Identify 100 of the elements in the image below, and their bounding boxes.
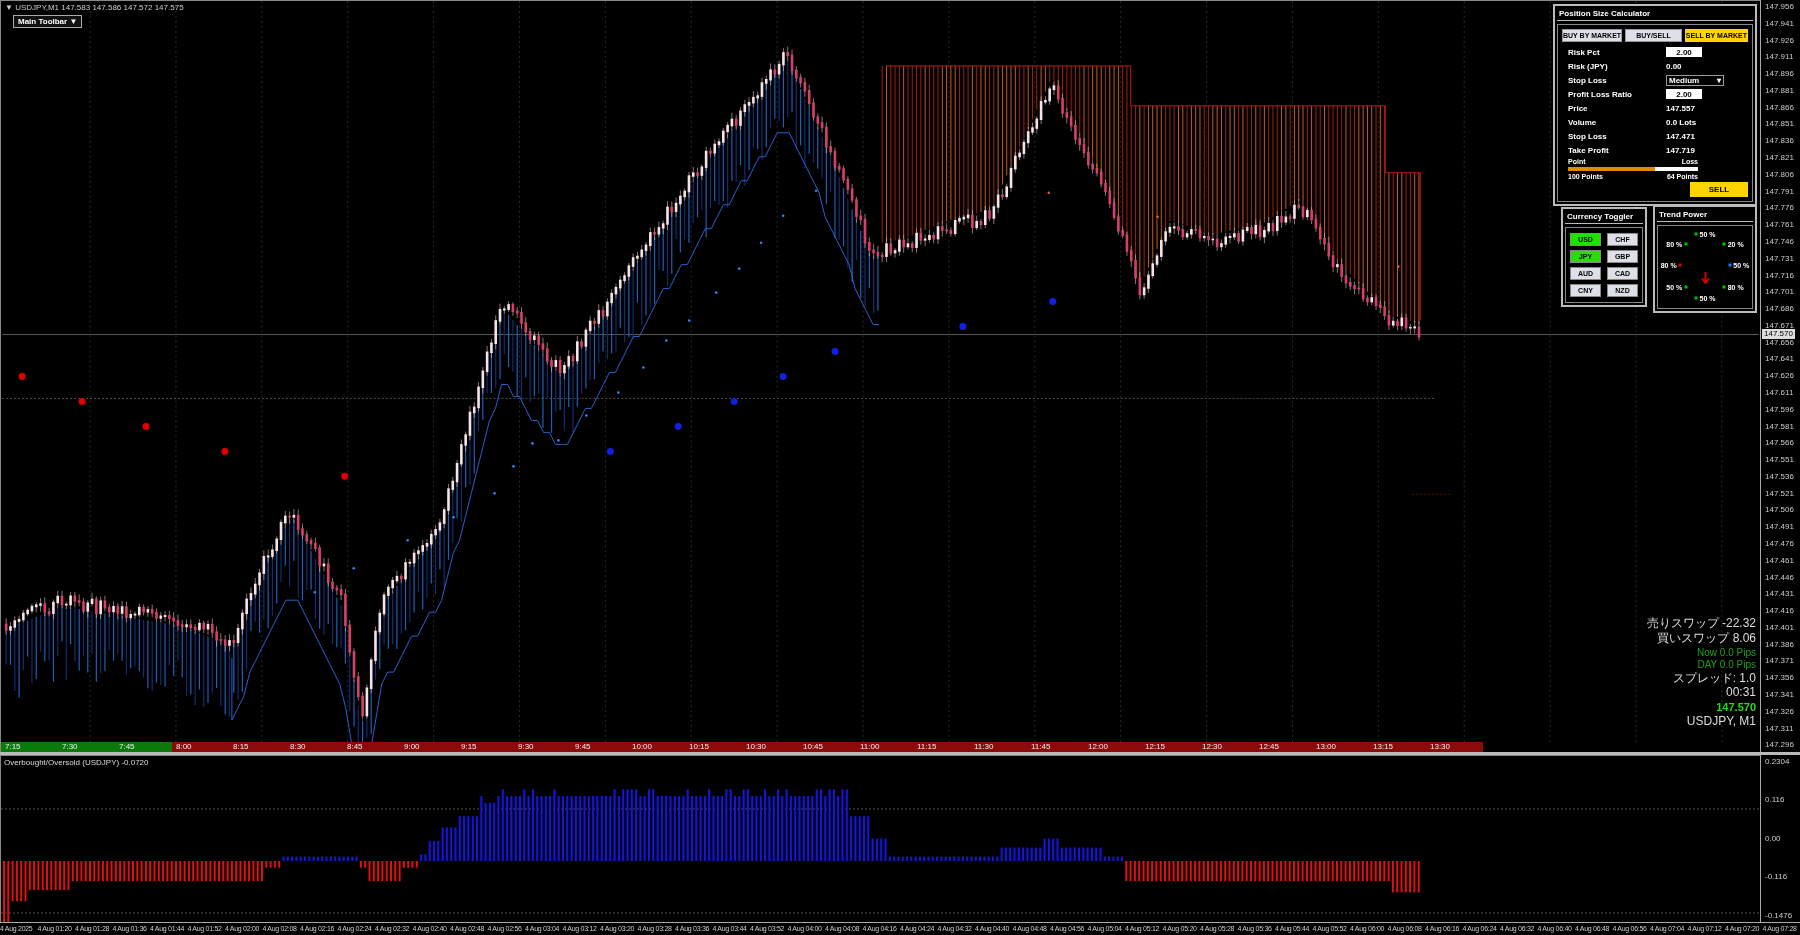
dropdown[interactable]: Medium ▾ [1666, 74, 1724, 86]
price-label: 147.911 [1764, 52, 1795, 62]
info-text: 買いスワップ 8.06 [1657, 631, 1756, 646]
price-label: 147.851 [1764, 119, 1795, 129]
session-segment: 10:30 [742, 742, 799, 752]
session-segment: 12:15 [1141, 742, 1198, 752]
symbol-header: ▼ USDJPY,M1 147.583 147.586 147.572 147.575 [5, 3, 184, 12]
price-label: 147.746 [1764, 236, 1795, 246]
price-label: 147.821 [1764, 153, 1795, 163]
price-label: 147.386 [1764, 639, 1795, 649]
price-label: 147.791 [1764, 186, 1795, 196]
price-label: 147.836 [1764, 136, 1795, 146]
info-text: Now 0.0 Pips [1697, 646, 1756, 659]
field-label: Volume [1568, 117, 1598, 127]
price-label: 147.506 [1764, 505, 1795, 515]
info-text: USDJPY, M1 [1686, 714, 1756, 729]
input-field[interactable]: 2.00 [1666, 47, 1702, 57]
info-text: スプレッド: 1.0 [1672, 671, 1756, 686]
price-label: 147.656 [1764, 337, 1795, 347]
session-segment: 11:30 [970, 742, 1027, 752]
field-label: Stop Loss [1568, 75, 1608, 85]
field-value: 147.557 [1666, 103, 1695, 113]
panel-title: Position Size Calculator [1557, 8, 1753, 21]
price-label: 147.341 [1764, 690, 1795, 700]
field-value: 147.719 [1666, 145, 1695, 155]
price-label: 147.671 [1764, 320, 1795, 330]
sell-button[interactable]: SELL [1690, 182, 1748, 197]
session-segment: 8:00 [172, 742, 229, 752]
session-segment: 11:15 [913, 742, 970, 752]
session-segment: 13:00 [1312, 742, 1369, 752]
panel-title: Currency Toggler [1565, 211, 1643, 224]
session-segment: 10:15 [685, 742, 742, 752]
field-value: 147.471 [1666, 131, 1695, 141]
price-label: 147.896 [1764, 69, 1795, 79]
session-segment: 9:45 [571, 742, 628, 752]
info-text: 147.570 [1716, 701, 1756, 714]
input-field[interactable]: 2.00 [1666, 89, 1702, 99]
session-segment: 9:30 [514, 742, 571, 752]
session-segment: 12:45 [1255, 742, 1312, 752]
price-label: 147.356 [1764, 673, 1795, 683]
price-label: 147.701 [1764, 287, 1795, 297]
price-label: 147.416 [1764, 606, 1795, 616]
price-label: 147.326 [1764, 706, 1795, 716]
session-segment: 8:15 [229, 742, 286, 752]
field-value: 0.0 Lots [1666, 117, 1697, 127]
price-label: 147.521 [1764, 488, 1795, 498]
price-label: 147.476 [1764, 539, 1795, 548]
session-segment: 8:30 [286, 742, 343, 752]
price-label: 147.941 [1764, 18, 1795, 28]
info-text: 売りスワップ -22.32 [1646, 617, 1756, 631]
price-label: 147.461 [1764, 555, 1795, 565]
session-segment: 10:45 [799, 742, 856, 752]
price-label: 147.536 [1764, 471, 1795, 481]
price-label: 147.446 [1764, 572, 1795, 582]
price-label: 147.311 [1764, 723, 1795, 733]
session-segment: 9:15 [457, 742, 514, 752]
session-segment: 12:00 [1084, 742, 1141, 752]
oscillator-label: -0.116 [1764, 872, 1789, 882]
price-label: 147.716 [1764, 270, 1795, 280]
oscillator-label: 0.116 [1764, 795, 1786, 805]
field-value: 0.00 [1666, 61, 1682, 71]
field-label: Stop Loss [1568, 131, 1608, 141]
session-segment: 10:00 [628, 742, 685, 752]
price-label: 147.641 [1764, 354, 1795, 364]
session-segment: 8:45 [343, 742, 400, 752]
session-segment: 7:15 [1, 742, 58, 752]
price-label: 147.551 [1764, 455, 1795, 465]
price-label: 147.731 [1764, 253, 1795, 263]
oscillator-label: 0.2304 [1764, 756, 1791, 766]
session-segment: 7:30 [58, 742, 115, 752]
price-label: 147.866 [1764, 102, 1795, 112]
price-label: 147.566 [1764, 438, 1795, 448]
price-label: 147.776 [1764, 203, 1795, 213]
price-label: 147.491 [1764, 522, 1795, 532]
field-label: Profit Loss Ratio [1568, 89, 1633, 99]
price-label: 147.956 [1764, 2, 1795, 11]
field-label: Take Profit [1568, 145, 1610, 155]
price-label: 147.881 [1764, 85, 1795, 95]
info-text: DAY 0.0 Pips [1697, 659, 1756, 671]
oscillator-label: -0.1476 [1764, 910, 1794, 920]
price-label: 147.371 [1764, 656, 1795, 666]
price-label: 147.686 [1764, 304, 1795, 314]
session-segment: 7:45 [115, 742, 172, 752]
price-label: 147.431 [1764, 589, 1795, 599]
price-label: 147.626 [1764, 371, 1795, 381]
indicator-title: Overbought/Oversold (USDJPY) -0.0720 [4, 757, 149, 767]
oscillator-label: 0.00 [1764, 833, 1782, 843]
current-price-tag: 147.570 [1762, 329, 1795, 339]
price-label: 147.761 [1764, 220, 1795, 230]
info-text: 00:31 [1725, 686, 1756, 701]
toolbar-button[interactable]: Main Toolbar ▼ [13, 15, 83, 28]
price-label: 147.581 [1764, 421, 1795, 431]
field-label: Price [1568, 103, 1589, 113]
session-segment: 11:45 [1027, 742, 1084, 752]
field-label: Risk (JPY) [1568, 61, 1609, 71]
session-segment: 11:00 [856, 742, 913, 752]
slider[interactable] [1568, 167, 1698, 171]
price-label: 147.401 [1764, 622, 1795, 632]
session-segment: 13:15 [1369, 742, 1426, 752]
field-label: Risk Pct [1568, 47, 1601, 57]
